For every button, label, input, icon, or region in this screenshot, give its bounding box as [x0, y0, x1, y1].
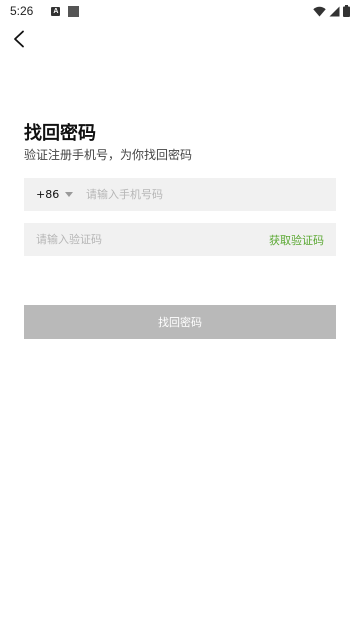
phone-number-input[interactable] [86, 178, 326, 211]
back-button[interactable] [6, 26, 32, 52]
status-icons [313, 5, 350, 17]
dropdown-caret-icon [65, 192, 74, 197]
phone-input-row: +86 [24, 178, 336, 211]
notification-square-icon [68, 5, 80, 17]
recover-password-button[interactable]: 找回密码 [24, 305, 336, 339]
status-bar: 5:26 A [0, 0, 360, 22]
verification-code-input[interactable] [24, 223, 244, 256]
status-time: 5:26 [10, 4, 34, 18]
code-input-row: 获取验证码 [24, 223, 336, 256]
battery-icon [343, 5, 350, 17]
country-code-label: +86 [36, 188, 60, 201]
page-subtitle: 验证注册手机号，为你找回密码 [24, 148, 193, 162]
signal-icon [329, 6, 340, 16]
wifi-icon [313, 6, 326, 16]
get-code-button[interactable]: 获取验证码 [269, 232, 336, 248]
page-title: 找回密码 [24, 123, 96, 144]
country-code-selector[interactable]: +86 [24, 178, 86, 211]
notification-a-icon: A [51, 6, 61, 16]
back-arrow-icon [14, 30, 24, 48]
